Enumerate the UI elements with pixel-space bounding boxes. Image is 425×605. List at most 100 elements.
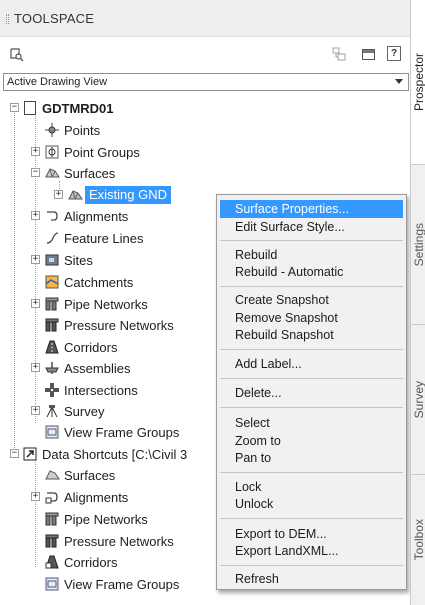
- intersection-icon: [44, 382, 60, 398]
- menu-item-label: Unlock: [235, 497, 274, 511]
- survey-icon: [44, 403, 60, 419]
- menu-item-label: Create Snapshot: [235, 293, 329, 307]
- menu-item-rebuild-automatic[interactable]: Rebuild - Automatic: [220, 263, 403, 281]
- menu-item-pan-to[interactable]: Pan to: [220, 449, 403, 467]
- tab-settings[interactable]: Settings: [411, 165, 425, 325]
- expand-icon[interactable]: +: [31, 147, 40, 156]
- menu-separator: [220, 286, 403, 287]
- tree-node-label: Corridors: [64, 555, 118, 570]
- menu-item-export-landxml[interactable]: Export LandXML...: [220, 542, 403, 560]
- panel-layout-icon[interactable]: [360, 46, 376, 62]
- menu-item-label: Delete...: [235, 386, 282, 400]
- surface-icon: [44, 165, 60, 181]
- site-icon: [44, 252, 60, 268]
- menu-separator: [220, 565, 403, 566]
- expand-icon[interactable]: +: [31, 255, 40, 264]
- view-frame-icon: [44, 424, 60, 440]
- surface-icon: [67, 187, 83, 203]
- title-bar[interactable]: TOOLSPACE: [0, 0, 410, 37]
- alignment-icon: [44, 208, 60, 224]
- menu-separator: [220, 407, 403, 408]
- view-dropdown[interactable]: Active Drawing View: [3, 73, 409, 91]
- catchment-icon: [44, 274, 60, 290]
- drag-grip[interactable]: [6, 14, 9, 24]
- menu-item-label: Refresh: [235, 572, 279, 586]
- menu-item-surface-properties[interactable]: Surface Properties...: [220, 200, 403, 218]
- menu-item-label: Rebuild - Automatic: [235, 265, 344, 279]
- menu-item-create-snapshot[interactable]: Create Snapshot: [220, 291, 403, 309]
- collapse-icon[interactable]: −: [10, 103, 19, 112]
- tree-node-points[interactable]: Points: [0, 120, 410, 141]
- tree-node-label: Points: [64, 123, 101, 138]
- tab-survey[interactable]: Survey: [411, 325, 425, 475]
- item-view-icon[interactable]: [331, 46, 347, 62]
- tree-node-label: Surfaces: [64, 166, 116, 181]
- collapse-icon[interactable]: −: [31, 168, 40, 177]
- expand-icon[interactable]: +: [31, 363, 40, 372]
- tree-node-root[interactable]: − GDTMRD01: [0, 98, 410, 119]
- alignment-shortcut-icon: [44, 489, 60, 505]
- menu-item-refresh[interactable]: Refresh: [220, 570, 403, 588]
- tab-toolbox[interactable]: Toolbox: [411, 475, 425, 605]
- menu-separator: [220, 472, 403, 473]
- tree-node-label: Pipe Networks: [64, 512, 148, 527]
- menu-item-label: Export to DEM...: [235, 527, 327, 541]
- tab-prospector[interactable]: Prospector: [411, 0, 425, 165]
- vertical-tab-strip: Prospector Settings Survey Toolbox: [410, 0, 425, 605]
- toolspace-panel: TOOLSPACE ? Active Drawing View − GDTMRD…: [0, 0, 410, 605]
- help-icon[interactable]: ?: [387, 46, 401, 61]
- menu-item-zoom-to[interactable]: Zoom to: [220, 432, 403, 450]
- menu-item-select[interactable]: Select: [220, 414, 403, 432]
- menu-item-label: Rebuild Snapshot: [235, 328, 334, 342]
- tab-label: Toolbox: [411, 519, 425, 561]
- tree-node-label: Sites: [64, 253, 93, 268]
- tree-node-label: Data Shortcuts [C:\Civil 3: [42, 447, 188, 462]
- tree-node-label: Existing GND: [85, 186, 172, 204]
- menu-item-edit-surface-style[interactable]: Edit Surface Style...: [220, 218, 403, 236]
- surface-shortcut-icon: [44, 467, 60, 483]
- menu-item-add-label[interactable]: Add Label...: [220, 355, 403, 373]
- tree-node-surfaces[interactable]: − Surfaces: [0, 163, 410, 184]
- menu-item-label: Add Label...: [235, 357, 302, 371]
- tab-label: Survey: [411, 380, 425, 419]
- expand-icon[interactable]: +: [31, 492, 40, 501]
- menu-item-rebuild[interactable]: Rebuild: [220, 246, 403, 264]
- menu-item-label: Edit Surface Style...: [235, 220, 345, 234]
- menu-item-label: Lock: [235, 480, 262, 494]
- tree-node-label: Catchments: [64, 275, 134, 290]
- tab-label: Prospector: [411, 52, 425, 112]
- collapse-icon[interactable]: −: [10, 449, 19, 458]
- pressure-network-icon: [44, 317, 60, 333]
- tree-node-label: Point Groups: [64, 145, 140, 160]
- expand-icon[interactable]: +: [31, 406, 40, 415]
- menu-separator: [220, 349, 403, 350]
- menu-item-delete[interactable]: Delete...: [220, 384, 403, 402]
- tree-node-label: Pipe Networks: [64, 297, 148, 312]
- menu-item-export-dem[interactable]: Export to DEM...: [220, 525, 403, 543]
- tree-node-label: Corridors: [64, 340, 118, 355]
- tree-node-label: Pressure Networks: [64, 318, 174, 333]
- menu-item-label: Rebuild: [235, 248, 278, 262]
- drawing-icon: [22, 100, 38, 116]
- corridor-shortcut-icon: [44, 554, 60, 570]
- menu-item-rebuild-snapshot[interactable]: Rebuild Snapshot: [220, 326, 403, 344]
- tree-node-label: Intersections: [64, 383, 138, 398]
- tree-node-label: Survey: [64, 404, 105, 419]
- scan-icon[interactable]: [8, 46, 24, 62]
- tree-node-label: View Frame Groups: [64, 577, 180, 592]
- expand-icon[interactable]: +: [54, 190, 63, 199]
- view-dropdown-value: Active Drawing View: [7, 76, 108, 88]
- expand-icon[interactable]: +: [31, 211, 40, 220]
- menu-item-lock[interactable]: Lock: [220, 478, 403, 496]
- tree-node-point-groups[interactable]: + Point Groups: [0, 142, 410, 163]
- data-shortcut-icon: [22, 446, 38, 462]
- expand-icon[interactable]: +: [31, 299, 40, 308]
- menu-item-label: Surface Properties...: [235, 202, 349, 216]
- menu-item-label: Zoom to: [235, 434, 281, 448]
- chevron-down-icon[interactable]: [395, 79, 403, 84]
- view-frame-shortcut-icon: [44, 576, 60, 592]
- corridor-icon: [44, 339, 60, 355]
- menu-item-remove-snapshot[interactable]: Remove Snapshot: [220, 309, 403, 327]
- menu-item-unlock[interactable]: Unlock: [220, 495, 403, 513]
- menu-separator: [220, 240, 403, 241]
